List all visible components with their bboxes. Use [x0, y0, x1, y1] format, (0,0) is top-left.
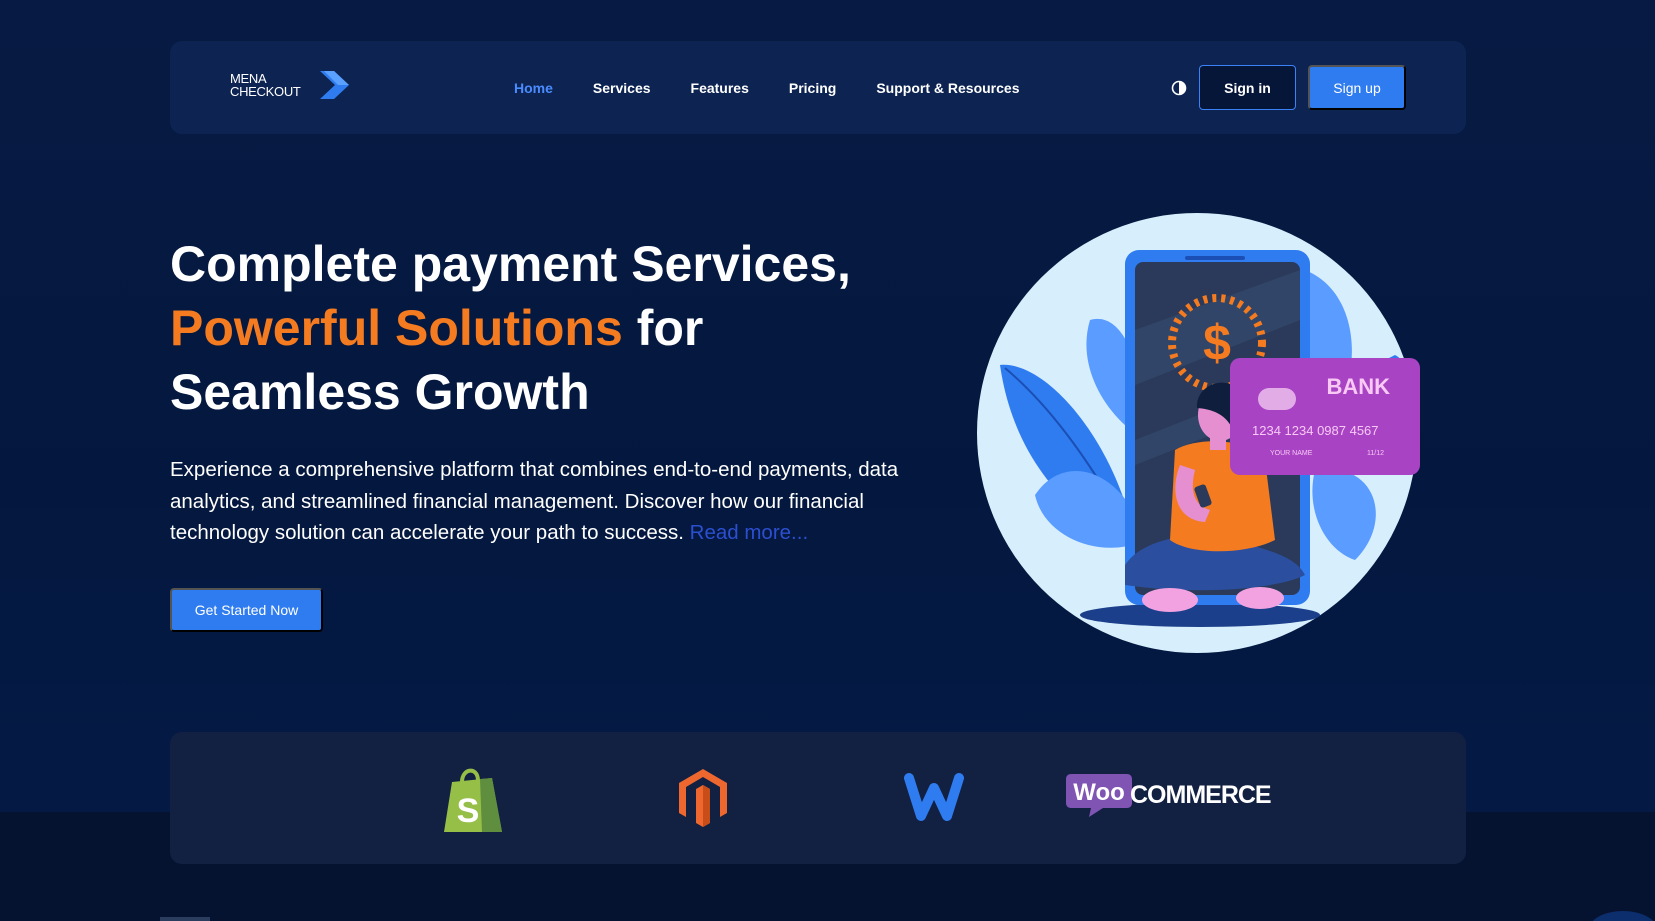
top-navbar: MENA CHECKOUT Home Services Features Pri…: [170, 41, 1466, 134]
read-more-link[interactable]: Read more...: [690, 521, 809, 544]
contrast-icon[interactable]: [1171, 80, 1187, 96]
card-expiry: 11/12: [1367, 450, 1384, 457]
brand-name: MENA CHECKOUT: [230, 72, 301, 98]
card-name: YOUR NAME: [1270, 450, 1313, 457]
hero-description: Experience a comprehensive platform that…: [170, 454, 930, 549]
main-nav: Home Services Features Pricing Support &…: [514, 41, 1059, 134]
brand-line2: CHECKOUT: [230, 84, 301, 99]
bank-card: BANK 1234 1234 0987 4567 YOUR NAME 11/12: [1230, 358, 1420, 475]
nav-services[interactable]: Services: [593, 80, 651, 96]
chevron-logo-icon: [320, 71, 349, 99]
hero-title-line3: Seamless Growth: [170, 364, 590, 420]
svg-text:S: S: [457, 792, 480, 830]
bottom-strip: [160, 917, 210, 921]
payment-illustration: $ BANK 1234 1234 0987 4567 YOUR NAME 11/…: [977, 213, 1420, 653]
card-bank-label: BANK: [1326, 374, 1390, 399]
hero-heading: Complete payment Services, Powerful Solu…: [170, 232, 930, 424]
sign-up-button[interactable]: Sign up: [1308, 65, 1406, 110]
partners-bar: S Woo COMMERCE: [170, 732, 1466, 864]
card-number: 1234 1234 0987 4567: [1252, 423, 1379, 438]
svg-text:Woo: Woo: [1073, 779, 1125, 806]
sign-in-button[interactable]: Sign in: [1199, 65, 1296, 110]
hero-title-line1: Complete payment Services,: [170, 236, 851, 292]
nav-features[interactable]: Features: [691, 80, 749, 96]
nav-pricing[interactable]: Pricing: [789, 80, 836, 96]
hero-title-accent: Powerful Solutions: [170, 300, 623, 356]
weebly-logo-icon[interactable]: [903, 772, 965, 822]
get-started-button[interactable]: Get Started Now: [170, 588, 323, 632]
shopify-logo-icon[interactable]: S: [442, 764, 504, 834]
nav-home[interactable]: Home: [514, 80, 553, 96]
svg-text:$: $: [1203, 315, 1231, 371]
woocommerce-logo-icon[interactable]: Woo COMMERCE: [1065, 772, 1272, 818]
woo-badge-icon: Woo: [1066, 774, 1132, 817]
hero-title-after-accent: for: [622, 300, 704, 356]
magento-logo-icon[interactable]: [677, 767, 729, 829]
brand-logo[interactable]: MENA CHECKOUT: [230, 71, 370, 105]
woocommerce-wordmark: COMMERCE: [1130, 781, 1272, 809]
nav-support-resources[interactable]: Support & Resources: [876, 80, 1019, 96]
